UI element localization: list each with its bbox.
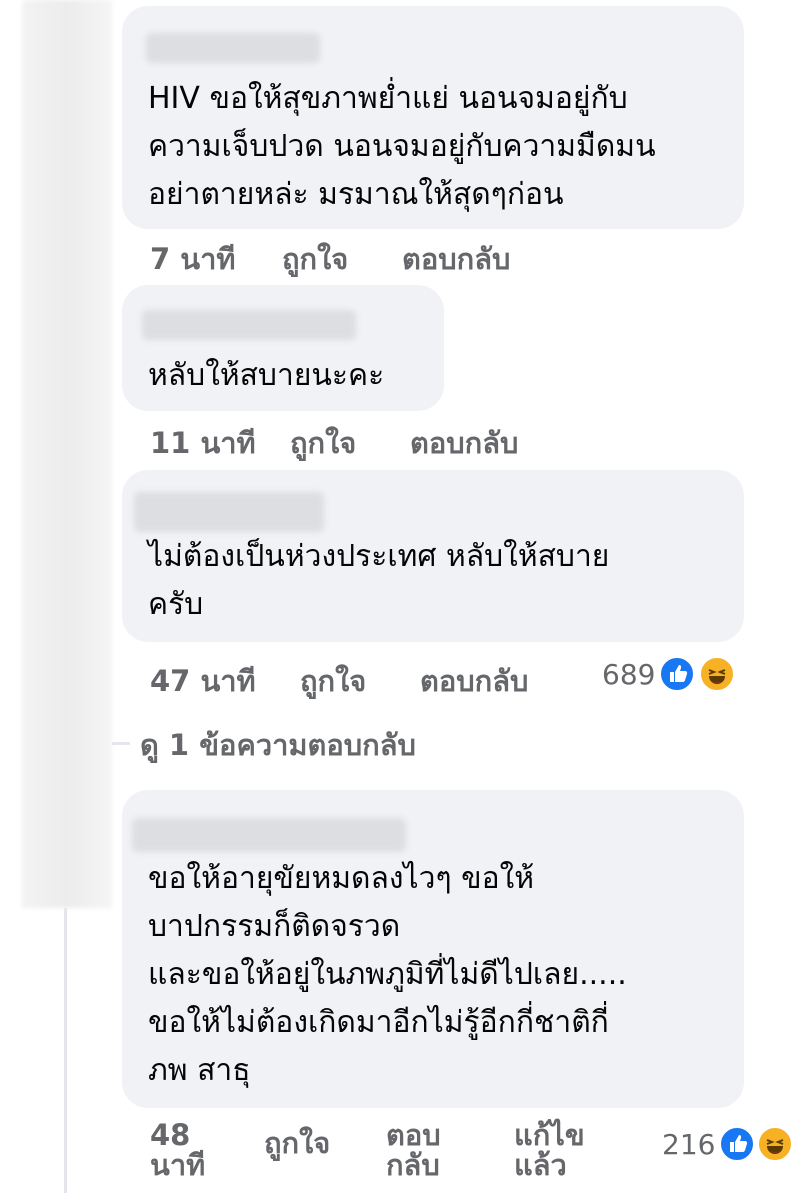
timestamp[interactable]: 47 นาที xyxy=(150,658,256,704)
comment-bubble-1: HIV ขอให้สุขภาพย่ำแย่ นอนจมอยู่กับ ความเ… xyxy=(122,6,744,229)
timestamp[interactable]: 7 นาที xyxy=(150,236,236,282)
comment-line: อย่าตายหล่ะ มรมาณให้สุดๆก่อน xyxy=(148,177,564,212)
like-button[interactable]: ถูกใจ xyxy=(290,420,356,466)
like-icon xyxy=(658,655,696,693)
comment-line: และขอให้อยู่ในภพภูมิที่ไม่ดีไปเลย..... xyxy=(148,957,627,992)
reply-button[interactable]: ตอบกลับ xyxy=(420,658,528,704)
timestamp[interactable]: 11 นาที xyxy=(150,420,256,466)
author-name-blurred[interactable] xyxy=(146,33,320,63)
reaction-count[interactable]: 689 xyxy=(602,658,655,691)
comment-bubble-4: ขอให้อายุขัยหมดลงไวๆ ขอให้ บาปกรรมก็ติดจ… xyxy=(122,790,744,1108)
comment-line: ขอให้อายุขัยหมดลงไวๆ ขอให้ xyxy=(148,861,535,896)
reply-button[interactable]: ตอบกลับ xyxy=(386,1120,458,1180)
like-button[interactable]: ถูกใจ xyxy=(264,1120,330,1166)
like-button[interactable]: ถูกใจ xyxy=(282,236,348,282)
edited-label[interactable]: แก้ไขแล้ว xyxy=(514,1120,610,1180)
reply-button[interactable]: ตอบกลับ xyxy=(410,420,518,466)
comment-bubble-2: หลับให้สบายนะคะ xyxy=(122,285,444,411)
thread-line xyxy=(64,908,67,1193)
comment-line: ไม่ต้องเป็นห่วงประเทศ หลับให้สบาย xyxy=(148,539,610,574)
reaction-count[interactable]: 216 xyxy=(662,1128,715,1161)
comment-line: ความเจ็บปวด นอนจมอยู่กับความมืดมน xyxy=(148,129,656,164)
comment-line: HIV ขอให้สุขภาพย่ำแย่ นอนจมอยู่กับ xyxy=(148,81,628,116)
comment-line: หลับให้สบายนะคะ xyxy=(148,358,385,393)
comment-line: บาปกรรมก็ติดจรวด xyxy=(148,909,401,944)
comment-line: ขอให้ไม่ต้องเกิดมาอีกไม่รู้อีกกี่ชาติกี่ xyxy=(148,1005,609,1040)
reply-button[interactable]: ตอบกลับ xyxy=(402,236,510,282)
view-replies-link[interactable]: ดู 1 ข้อความตอบกลับ xyxy=(140,722,416,768)
comment-line: ครับ xyxy=(148,587,204,622)
haha-icon xyxy=(756,1125,794,1163)
comment-line: ภพ สาธุ xyxy=(148,1053,251,1088)
comment-bubble-3: ไม่ต้องเป็นห่วงประเทศ หลับให้สบาย ครับ xyxy=(122,470,744,642)
author-name-blurred[interactable] xyxy=(132,818,406,852)
reply-branch-line xyxy=(112,742,130,745)
like-button[interactable]: ถูกใจ xyxy=(300,658,366,704)
author-name-blurred[interactable] xyxy=(142,310,356,340)
author-name-blurred[interactable] xyxy=(134,492,324,532)
blurred-avatar-column xyxy=(22,0,112,908)
haha-icon xyxy=(698,655,736,693)
timestamp[interactable]: 48 นาที xyxy=(150,1120,220,1180)
like-icon xyxy=(718,1125,756,1163)
